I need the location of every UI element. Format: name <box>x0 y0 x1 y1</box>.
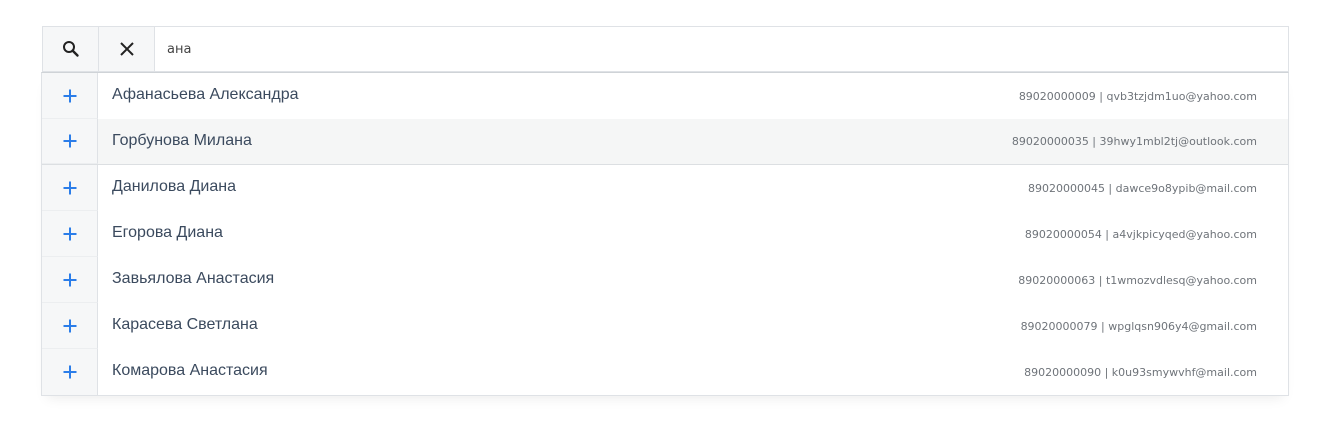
contact-name: Комарова Анастасия <box>112 362 268 379</box>
contact-name: Афанасьева Александра <box>112 86 299 103</box>
contact-name: Егорова Диана <box>112 224 223 241</box>
contact-details: 89020000009 | qvb3tzjdm1uo@yahoo.com <box>1018 89 1257 103</box>
contact-name: Данилова Диана <box>112 178 236 195</box>
add-contact-button[interactable] <box>42 211 98 257</box>
plus-icon <box>63 365 76 379</box>
plus-icon <box>63 319 76 332</box>
contact-details: 89020000079 | wpglqsn906y4@gmail.com <box>1020 319 1257 333</box>
search-bar <box>42 26 1289 72</box>
add-contact-button[interactable] <box>42 165 98 211</box>
close-icon <box>119 42 134 56</box>
search-button[interactable] <box>43 27 99 71</box>
search-input[interactable] <box>155 27 1288 71</box>
plus-icon <box>63 134 76 148</box>
contact-details: 89020000035 | 39hwy1mbl2tj@outlook.com <box>1011 135 1257 148</box>
add-contact-button[interactable] <box>42 257 98 303</box>
add-contact-button[interactable] <box>42 119 98 164</box>
add-contact-button[interactable] <box>42 349 98 395</box>
plus-icon <box>63 181 76 194</box>
contact-name: Горбунова Милана <box>112 131 252 149</box>
contact-name: Завьялова Анастасия <box>112 270 275 287</box>
clear-search-button[interactable] <box>99 27 155 71</box>
contact-details: 89020000045 | dawce9o8ypib@mail.com <box>1027 181 1257 195</box>
list-item[interactable]: Афанасьева Александра 89020000009 | qvb3… <box>42 73 1288 119</box>
list-item[interactable]: Карасева Светлана 89020000079 | wpglqsn9… <box>42 303 1288 349</box>
contact-details: 89020000063 | t1wmozvdlesq@yahoo.com <box>1018 273 1257 287</box>
add-contact-button[interactable] <box>42 73 98 119</box>
list-item[interactable]: Егорова Диана 89020000054 | a4vjkpicyqed… <box>42 211 1288 257</box>
results-list: Афанасьева Александра 89020000009 | qvb3… <box>41 72 1289 396</box>
list-item[interactable]: Комарова Анастасия 89020000090 | k0u93sm… <box>42 349 1288 395</box>
search-icon <box>62 41 79 57</box>
list-item[interactable]: Завьялова Анастасия 89020000063 | t1wmoz… <box>42 257 1288 303</box>
list-item[interactable]: Данилова Диана 89020000045 | dawce9o8ypi… <box>42 165 1288 211</box>
plus-icon <box>63 273 76 286</box>
contact-search-widget: Афанасьева Александра 89020000009 | qvb3… <box>41 26 1289 396</box>
contact-name: Карасева Светлана <box>112 316 258 333</box>
plus-icon <box>63 227 76 240</box>
list-item[interactable]: Горбунова Милана 89020000035 | 39hwy1mbl… <box>42 119 1288 165</box>
plus-icon <box>63 89 76 102</box>
contact-details: 89020000090 | k0u93smywvhf@mail.com <box>1024 365 1257 379</box>
contact-details: 89020000054 | a4vjkpicyqed@yahoo.com <box>1024 227 1257 241</box>
add-contact-button[interactable] <box>42 303 98 349</box>
